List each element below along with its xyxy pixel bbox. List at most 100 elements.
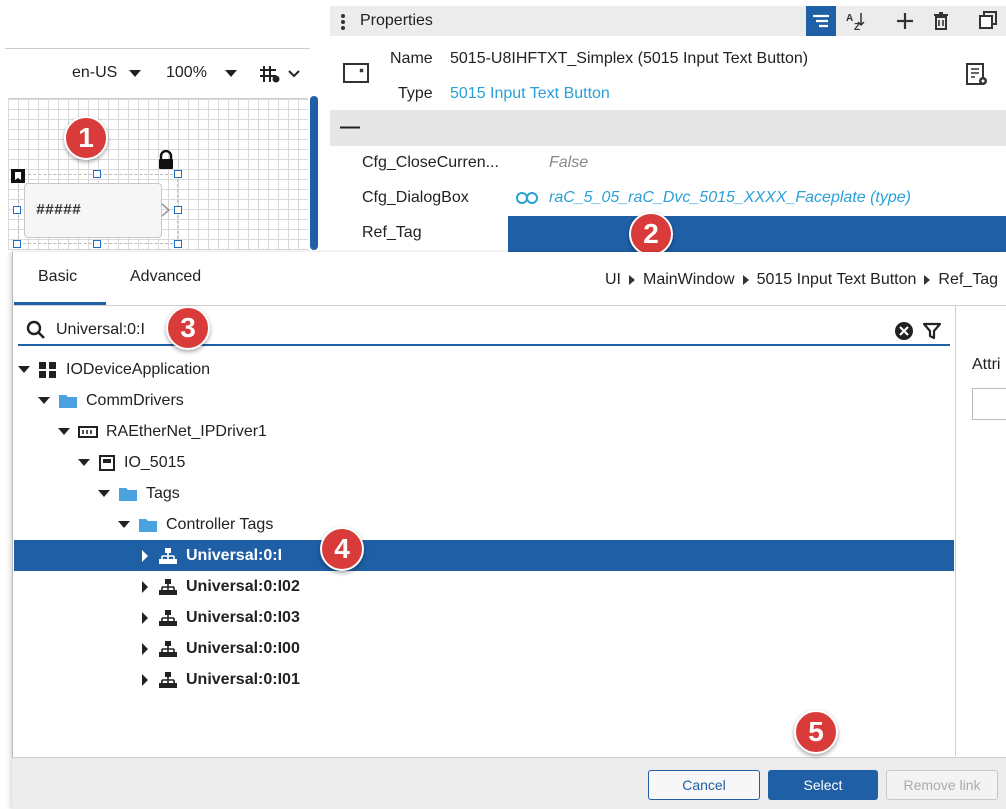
remove-link-button[interactable]: Remove link <box>886 770 998 800</box>
tree-node[interactable]: CommDrivers <box>14 385 954 416</box>
collapse-icon[interactable]: — <box>340 116 360 139</box>
divider <box>5 48 310 49</box>
breadcrumb-item[interactable]: 5015 Input Text Button <box>757 271 917 289</box>
tree-node[interactable]: Universal:0:I00 <box>14 633 954 664</box>
chevron-right-icon <box>628 275 635 285</box>
properties-collapse-bar[interactable] <box>330 110 1006 146</box>
clear-search-icon[interactable] <box>894 321 914 341</box>
tree-node-label: Universal:0:I02 <box>186 577 300 595</box>
callout-badge: 5 <box>794 710 838 754</box>
tree-node-label: RAEtherNet_IPDriver1 <box>106 422 267 440</box>
tree-node-selected[interactable]: Universal:0:I <box>14 540 954 571</box>
breadcrumb-item[interactable]: UI <box>605 271 621 289</box>
grid-settings-dropdown[interactable] <box>258 64 300 84</box>
tree-node-label: CommDrivers <box>86 391 184 409</box>
expand-caret-icon[interactable] <box>142 673 148 686</box>
tree-node[interactable]: Tags <box>14 478 954 509</box>
collapse-caret-icon[interactable] <box>38 397 50 404</box>
property-value[interactable]: False <box>549 154 588 172</box>
search-input[interactable] <box>18 314 950 346</box>
tab-basic[interactable]: Basic <box>38 268 77 286</box>
bookmark-icon <box>11 169 25 183</box>
callout-number: 5 <box>808 716 824 747</box>
tree-node[interactable]: Universal:0:I02 <box>14 571 954 602</box>
callout-number: 1 <box>78 122 94 153</box>
property-link-value[interactable]: raC_5_05_raC_Dvc_5015_XXXX_Faceplate (ty… <box>549 189 911 207</box>
search-value[interactable]: Universal:0:I <box>56 321 145 339</box>
add-icon[interactable] <box>895 11 915 31</box>
expand-caret-icon[interactable] <box>142 611 148 624</box>
sort-az-icon[interactable]: AZ <box>846 11 866 31</box>
properties-settings-icon[interactable] <box>964 62 990 88</box>
tree-node[interactable]: Universal:0:I01 <box>14 664 954 695</box>
chevron-right-icon <box>161 203 171 217</box>
chevron-down-icon <box>288 70 300 78</box>
folder-icon <box>59 394 77 408</box>
resize-handle[interactable] <box>93 170 101 178</box>
tree-node-label: Universal:0:I00 <box>186 639 300 657</box>
resize-handle[interactable] <box>174 170 182 178</box>
breadcrumb-item[interactable]: MainWindow <box>643 271 735 289</box>
breadcrumb-item[interactable]: Ref_Tag <box>938 271 998 289</box>
attribute-label: Attri <box>972 356 1001 373</box>
tree-node[interactable]: Controller Tags <box>14 509 954 540</box>
collapse-caret-icon[interactable] <box>98 490 110 497</box>
callout-badge: 3 <box>166 306 210 350</box>
search-icon <box>26 320 45 339</box>
filter-icon[interactable] <box>922 321 942 341</box>
list-filter-icon <box>813 14 829 28</box>
chevron-right-icon <box>924 275 931 285</box>
expand-caret-icon[interactable] <box>142 580 148 593</box>
ref-tag-value-selected[interactable] <box>508 216 1006 252</box>
tree-node-label: Tags <box>146 484 180 502</box>
tag-structure-icon <box>159 578 177 595</box>
tree-node[interactable]: IODeviceApplication <box>14 354 954 385</box>
resize-handle[interactable] <box>174 206 182 214</box>
collapse-caret-icon[interactable] <box>18 366 30 373</box>
resize-handle[interactable] <box>93 240 101 248</box>
expand-caret-icon[interactable] <box>142 642 148 655</box>
sort-categorized-button[interactable] <box>806 6 836 36</box>
tree-node-label: Controller Tags <box>166 515 274 533</box>
link-icon <box>516 192 538 204</box>
type-label: Type <box>398 85 433 102</box>
trash-icon[interactable] <box>932 11 950 31</box>
cancel-button[interactable]: Cancel <box>648 770 760 800</box>
select-button[interactable]: Select <box>768 770 878 800</box>
resize-handle[interactable] <box>13 206 21 214</box>
breadcrumb: UI MainWindow 5015 Input Text Button Ref… <box>605 271 998 289</box>
tag-structure-icon <box>159 547 177 564</box>
callout-badge: 4 <box>320 527 364 571</box>
locale-dropdown[interactable]: en-US <box>72 64 142 82</box>
tree-node[interactable]: Universal:0:I03 <box>14 602 954 633</box>
resize-handle[interactable] <box>174 240 182 248</box>
tree-node-label: Universal:0:I03 <box>186 608 300 626</box>
tree-node-label: IODeviceApplication <box>66 360 211 378</box>
more-vertical-icon[interactable] <box>340 13 346 31</box>
property-label: Cfg_DialogBox <box>362 189 469 206</box>
grid-icon <box>260 66 280 83</box>
tag-structure-icon <box>159 640 177 657</box>
zoom-dropdown[interactable]: 100% <box>166 64 237 82</box>
tree-node-label: Universal:0:I01 <box>186 670 300 688</box>
copy-icon[interactable] <box>978 10 998 30</box>
collapse-caret-icon[interactable] <box>118 521 130 528</box>
resize-handle[interactable] <box>13 240 21 248</box>
name-value[interactable]: 5015-U8IHFTXT_Simplex (5015 Input Text B… <box>450 50 808 68</box>
type-value-link[interactable]: 5015 Input Text Button <box>450 85 610 103</box>
input-text-button-icon <box>343 63 369 83</box>
attribute-input[interactable] <box>972 388 1006 420</box>
application-icon <box>39 361 56 378</box>
callout-number: 3 <box>180 312 196 343</box>
expand-caret-icon[interactable] <box>142 549 148 562</box>
callout-badge: 2 <box>629 212 673 256</box>
tree-node[interactable]: RAEtherNet_IPDriver1 <box>14 416 954 447</box>
collapse-caret-icon[interactable] <box>58 428 70 435</box>
chevron-right-icon <box>742 275 749 285</box>
tree-node[interactable]: IO_5015 <box>14 447 954 478</box>
chevron-down-icon <box>224 69 237 77</box>
name-label: Name <box>390 50 433 67</box>
collapse-caret-icon[interactable] <box>78 459 90 466</box>
tab-advanced[interactable]: Advanced <box>130 268 201 286</box>
canvas-scrollbar[interactable] <box>310 96 318 250</box>
